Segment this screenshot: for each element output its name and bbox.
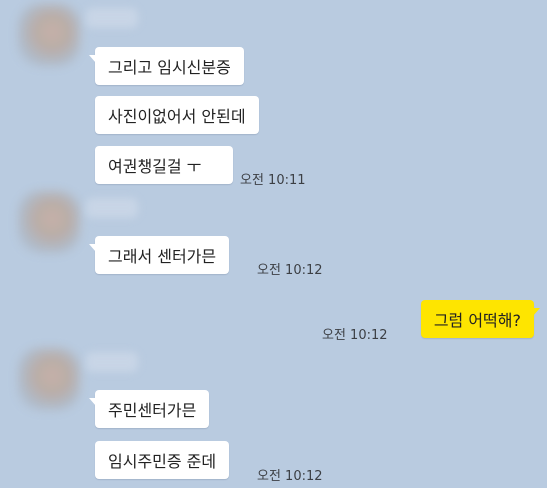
chat-room: 그리고 임시신분증 사진이없어서 안된데 여권챙길걸 ㅜ 오전 10:11 그래…	[0, 0, 547, 488]
sender-avatar[interactable]	[18, 191, 80, 253]
sender-avatar[interactable]	[18, 348, 80, 410]
message-bubble[interactable]: 주민센터가믄	[88, 390, 210, 428]
message-time: 오전 10:12	[257, 263, 323, 278]
message-time: 오전 10:12	[322, 328, 388, 343]
message-bubble[interactable]: 그리고 임시신분증	[89, 47, 244, 85]
message-bubble[interactable]: 그래서 센터가믄	[88, 236, 230, 274]
message-bubble[interactable]: 여권챙길걸 ㅜ	[95, 146, 233, 184]
my-message-bubble[interactable]: 그럼 어떡해?	[420, 300, 541, 338]
sender-name-blurred	[86, 198, 138, 218]
message-time: 오전 10:12	[257, 469, 323, 484]
sender-name-blurred	[86, 8, 138, 28]
message-bubble[interactable]: 임시주민증 준데	[95, 441, 230, 479]
message-time: 오전 10:11	[240, 173, 306, 188]
sender-avatar[interactable]	[18, 4, 80, 66]
sender-name-blurred	[86, 352, 138, 372]
message-bubble[interactable]: 사진이없어서 안된데	[95, 96, 259, 134]
